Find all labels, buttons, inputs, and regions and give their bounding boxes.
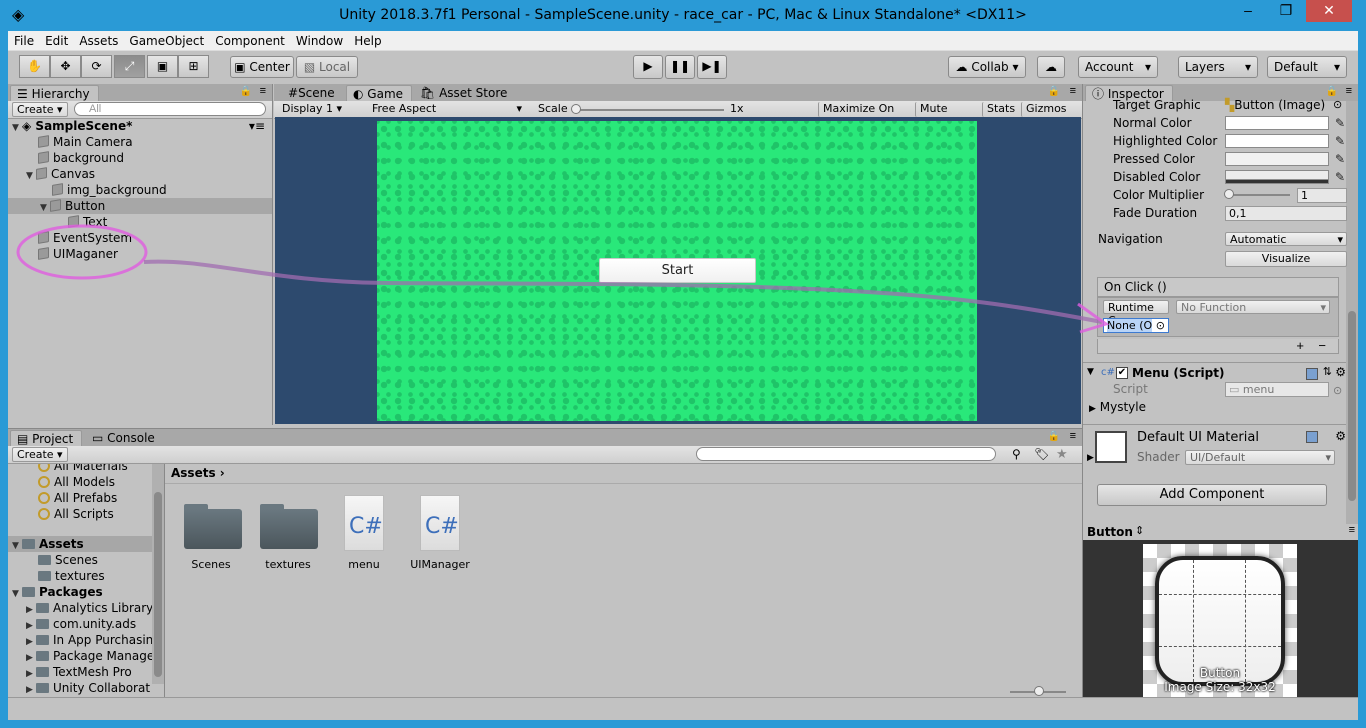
annotation-overlay — [16, 224, 1110, 334]
unity-editor-window: ◈ Unity 2018.3.7f1 Personal - SampleScen… — [8, 0, 1358, 720]
annotation-arrow-line — [143, 259, 1103, 324]
annotation-circle — [16, 224, 148, 280]
